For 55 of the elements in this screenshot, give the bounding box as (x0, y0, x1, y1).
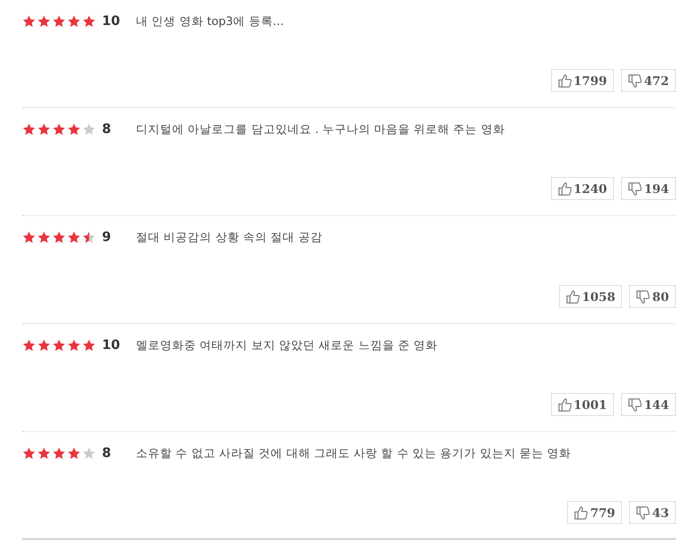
star-icon (82, 446, 96, 460)
star-icon (22, 230, 36, 244)
review-text: 멜로영화중 여태까지 보지 않았던 새로운 느낌을 준 영화 (136, 338, 438, 352)
like-button[interactable]: 1058 (558, 285, 622, 308)
like-button[interactable]: 1240 (550, 177, 614, 200)
star-icon (37, 338, 51, 352)
star-icon (52, 14, 66, 28)
thumbs-down-icon (636, 290, 650, 304)
dislike-button[interactable]: 194 (620, 177, 676, 200)
dislike-button[interactable]: 80 (629, 285, 676, 308)
star-icon (22, 338, 36, 352)
star-icon (37, 122, 51, 136)
star-icon (52, 338, 66, 352)
rating-score: 8 (102, 446, 112, 460)
thumbs-up-icon (558, 74, 572, 88)
star-icon (52, 230, 66, 244)
review-text: 내 인생 영화 top3에 등록... (136, 14, 284, 28)
review-text: 절대 비공감의 상황 속의 절대 공감 (136, 230, 322, 244)
star-icon (67, 446, 81, 460)
rating-score: 10 (102, 14, 122, 28)
star-icon (37, 14, 51, 28)
like-button[interactable]: 1001 (550, 393, 614, 416)
star-icon (67, 122, 81, 136)
review-text: 소유할 수 없고 사라질 것에 대해 그래도 사랑 할 수 있는 용기가 있는지 묻는 영화 (136, 446, 572, 460)
thumbs-down-icon (636, 506, 650, 520)
review-text: 디지털에 아날로그를 담고있네요 . 누구나의 마음을 위로해 주는 영화 (136, 122, 505, 136)
star-icon (67, 230, 81, 244)
star-icon (82, 338, 96, 352)
thumbs-up-icon (558, 398, 572, 412)
rating-score: 9 (102, 230, 112, 244)
star-icon (37, 446, 51, 460)
star-icon (82, 14, 96, 28)
star-icon (82, 230, 96, 244)
star-icon (52, 446, 66, 460)
star-icon (67, 338, 81, 352)
dislike-button[interactable]: 43 (629, 501, 676, 524)
like-button[interactable]: 779 (567, 501, 622, 524)
thumbs-down-icon (628, 182, 642, 196)
star-icon (82, 122, 96, 136)
thumbs-up-icon (558, 182, 572, 196)
rating-score: 10 (102, 338, 122, 352)
star-icon (22, 14, 36, 28)
thumbs-down-icon (628, 398, 642, 412)
like-button[interactable]: 1799 (550, 69, 614, 92)
thumbs-up-icon (566, 290, 580, 304)
star-icon (22, 446, 36, 460)
rating-score: 8 (102, 122, 112, 136)
star-icon (67, 14, 81, 28)
dislike-button[interactable]: 144 (620, 393, 676, 416)
thumbs-up-icon (574, 506, 588, 520)
thumbs-down-icon (628, 74, 642, 88)
dislike-button[interactable]: 472 (620, 69, 676, 92)
star-icon (52, 122, 66, 136)
star-icon (37, 230, 51, 244)
star-icon (22, 122, 36, 136)
